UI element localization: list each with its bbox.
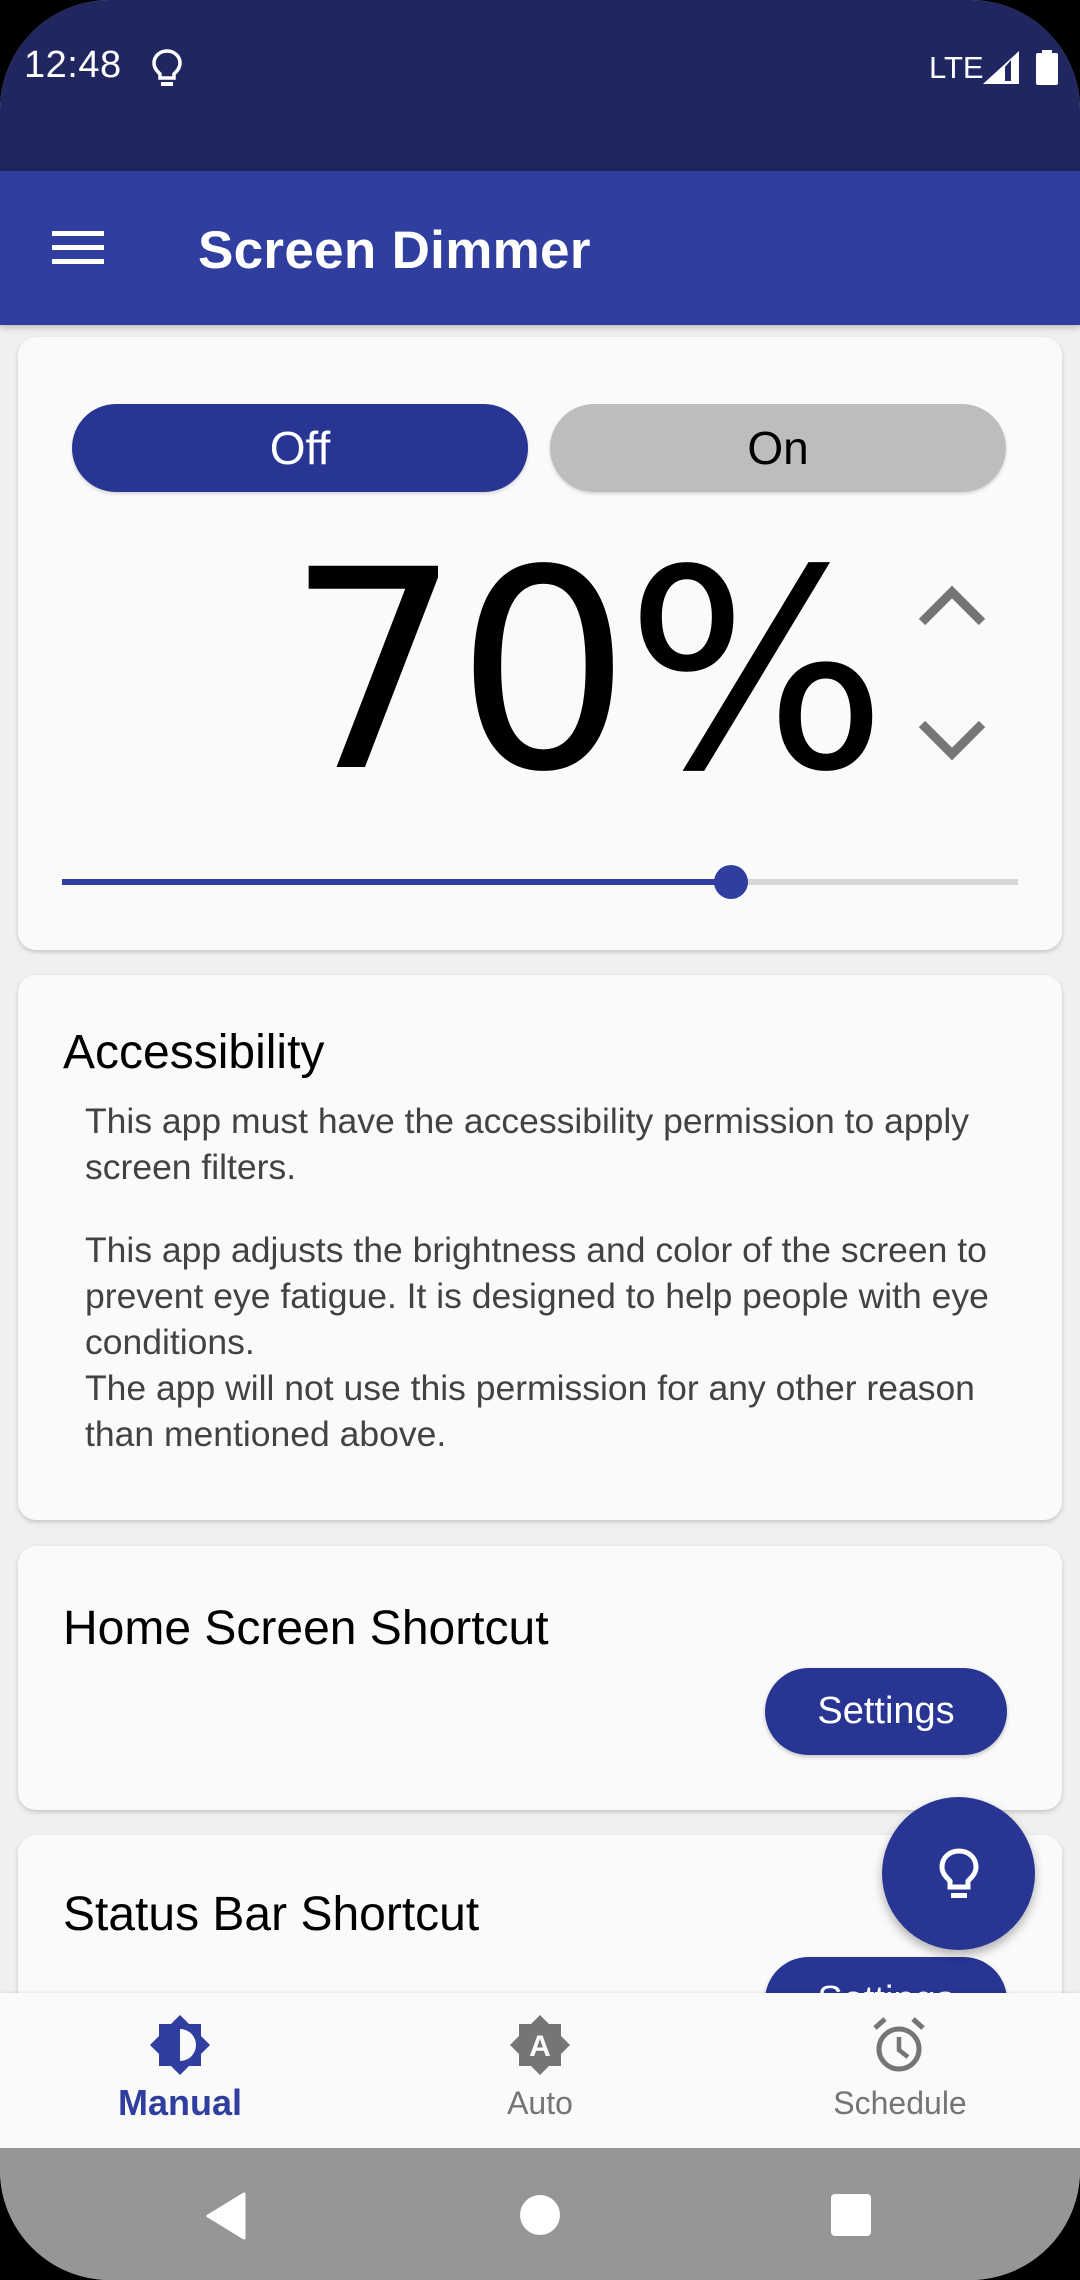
nav-label-auto: Auto <box>507 2085 573 2121</box>
nav-tab-manual[interactable]: Manual <box>0 1993 360 2148</box>
signal-icon <box>983 51 1019 84</box>
off-toggle-button[interactable]: Off <box>72 404 528 492</box>
dimmer-card: Off On 70% <box>18 337 1062 950</box>
accessibility-card: Accessibility This app must have the acc… <box>18 975 1062 1520</box>
status-time: 12:48 <box>24 44 122 86</box>
chevron-up-icon[interactable] <box>912 577 992 637</box>
app-toolbar: Screen Dimmer <box>0 171 1080 325</box>
accessibility-description: This app must have the accessibility per… <box>85 1098 1035 1457</box>
toggle-filter-fab[interactable] <box>882 1797 1035 1950</box>
accessibility-title: Accessibility <box>63 1026 325 1079</box>
svg-text:A: A <box>529 2030 551 2063</box>
accessibility-paragraph-2-line-2: The app will not use this permission for… <box>85 1368 975 1454</box>
chevron-down-icon[interactable] <box>912 709 992 769</box>
bottom-navigation: Manual A Auto Schedule <box>0 1993 1080 2148</box>
hamburger-menu-icon-bar <box>52 245 104 250</box>
hamburger-menu-button[interactable] <box>40 221 114 275</box>
nav-tab-schedule[interactable]: Schedule <box>720 1993 1080 2148</box>
dim-percentage: 70% <box>286 512 887 833</box>
phone-screen: 12:48 LTE Screen Dimmer Off On 70% Acces… <box>0 0 1080 2280</box>
accessibility-paragraph-2: This app adjusts the brightness and colo… <box>85 1227 1035 1457</box>
back-triangle-icon[interactable] <box>204 2192 248 2240</box>
home-circle-icon[interactable] <box>520 2195 560 2235</box>
dim-level-slider[interactable] <box>62 857 1018 907</box>
accessibility-paragraph-2-line-1: This app adjusts the brightness and colo… <box>85 1230 989 1362</box>
lightbulb-icon <box>152 49 182 86</box>
lightbulb-icon <box>939 1848 979 1898</box>
page-title: Screen Dimmer <box>198 221 591 280</box>
accessibility-paragraph-1: This app must have the accessibility per… <box>85 1101 969 1187</box>
status-bar-shortcut-title: Status Bar Shortcut <box>63 1888 480 1941</box>
main-content[interactable]: Off On 70% Accessibility This app must h… <box>0 325 1080 1993</box>
recents-square-icon[interactable] <box>831 2194 871 2236</box>
network-type: LTE <box>929 50 984 85</box>
status-bar: 12:48 LTE <box>0 0 1080 171</box>
nav-label-manual: Manual <box>117 2082 242 2123</box>
hamburger-menu-icon-bar <box>52 259 104 264</box>
brightness-medium-icon <box>150 2015 210 2075</box>
nav-tab-auto[interactable]: A Auto <box>360 1993 720 2148</box>
alarm-clock-icon <box>873 2017 925 2072</box>
slider-fill <box>62 879 732 885</box>
brightness-auto-icon: A <box>510 2015 570 2075</box>
nav-label-schedule: Schedule <box>833 2085 967 2121</box>
slider-thumb[interactable] <box>714 865 749 899</box>
home-screen-shortcut-card: Home Screen Shortcut Settings <box>18 1546 1062 1810</box>
battery-icon <box>1036 50 1058 85</box>
hamburger-menu-icon <box>52 231 104 236</box>
on-toggle-button[interactable]: On <box>550 404 1006 492</box>
home-shortcut-title: Home Screen Shortcut <box>63 1602 549 1655</box>
home-shortcut-settings-button[interactable]: Settings <box>765 1668 1007 1755</box>
status-bar-shortcut-settings-button[interactable]: Settings <box>765 1957 1007 1993</box>
